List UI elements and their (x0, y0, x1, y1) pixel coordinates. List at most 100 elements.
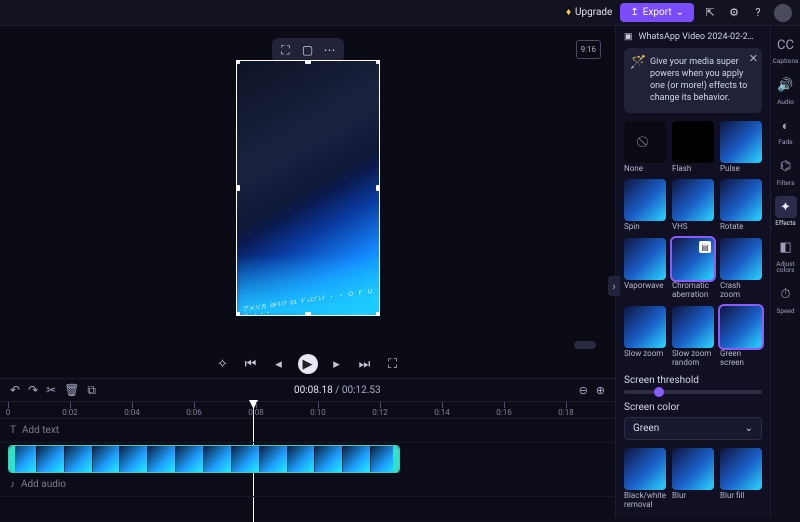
cut-icon[interactable]: ✂ (46, 383, 56, 398)
effect-thumb (624, 179, 666, 221)
timeline: ↶ ↷ ✂ 🗑 ⧉ 00:08.18 / 00:12.53 ⊖ ⊕ 00:020… (0, 378, 615, 518)
adjust-colors-icon: ◧ (775, 237, 797, 259)
effect-thumb (720, 238, 762, 280)
resize-handle-ml[interactable] (236, 185, 240, 191)
resize-handle-bc[interactable] (305, 312, 311, 316)
effect-thumb: ▤ (672, 238, 714, 280)
slider-knob[interactable] (654, 387, 664, 397)
effect-label: Chromatic aberration (672, 282, 714, 300)
rail-fade[interactable]: ◐Fade (774, 115, 798, 146)
screen-color-value: Green (633, 423, 659, 434)
file-chip[interactable]: ▣ WhatsApp Video 2024-02-21 At 12.4....m… (624, 32, 762, 42)
timeline-tracks: T Add text ♪ Add audio (0, 419, 615, 518)
settings-icon[interactable]: ⚙ (726, 5, 742, 21)
effect-slow-zoom[interactable]: Slow zoom (624, 306, 666, 368)
clip-handle-left[interactable] (9, 446, 15, 472)
screen-color-heading: Screen color (624, 402, 762, 413)
effect-chromatic-aberration[interactable]: ▤ Chromatic aberration (672, 238, 714, 300)
play-button[interactable]: ▶ (298, 354, 318, 374)
crop-icon[interactable]: ⛶ (278, 42, 294, 58)
resize-handle-tc[interactable] (305, 60, 311, 64)
magic-icon[interactable]: ✧ (214, 355, 232, 373)
effect-label: Slow zoom random (672, 350, 714, 368)
chevron-down-icon: ⌄ (676, 7, 684, 18)
screen-color-select[interactable]: Green ⌄ (624, 417, 762, 440)
resize-handle-bl[interactable] (236, 312, 240, 316)
panel-expand-tab[interactable]: › (608, 276, 620, 296)
rail-adjust-colors[interactable]: ◧ Adjust colors (774, 237, 798, 274)
timeline-ruler[interactable]: 00:020:040:060:080:100:120:140:160:18 (0, 401, 615, 419)
arrow-up-icon: ↥ (630, 7, 638, 18)
aspect-ratio-button[interactable]: 9:16 (576, 40, 601, 59)
timeline-resize-handle[interactable] (574, 341, 596, 349)
effect-crash-zoom[interactable]: Crash zoom (720, 238, 762, 300)
effect-thumb (672, 179, 714, 221)
effect-slow-zoom-random[interactable]: Slow zoom random (672, 306, 714, 368)
rail-effects[interactable]: ✦Effects (774, 196, 798, 227)
resize-handle-tr[interactable] (376, 60, 380, 64)
rail-filters[interactable]: ⌬Filters (774, 156, 798, 187)
effect-blur-fill[interactable]: Blur fill (720, 448, 762, 510)
resize-handle-tl[interactable] (236, 60, 240, 64)
effect-spin[interactable]: Spin (624, 179, 666, 232)
skip-fwd-icon[interactable]: ⏭ (356, 355, 374, 373)
effects-icon: ✦ (775, 196, 797, 218)
effect-flash[interactable]: Flash (672, 121, 714, 174)
resize-handle-mr[interactable] (376, 185, 380, 191)
effect-thumb (720, 179, 762, 221)
add-text-track[interactable]: T Add text (0, 419, 615, 443)
export-button[interactable]: ↥ Export ⌄ (620, 3, 694, 22)
rail-label: Audio (777, 99, 794, 106)
threshold-slider[interactable] (624, 390, 762, 394)
effect-black-white-removal[interactable]: Black/white removal (624, 448, 666, 510)
rail-captions[interactable]: CCCaptions (774, 34, 798, 65)
rail-label: Captions (773, 58, 799, 65)
tip-card: 🪄 ✕ Give your media super powers when yo… (624, 48, 762, 113)
text-icon: T (10, 425, 16, 436)
effect-green-screen[interactable]: Green screen (720, 306, 762, 368)
effect-vhs[interactable]: VHS (672, 179, 714, 232)
tip-text: Give your media super powers when you ap… (650, 57, 747, 103)
effect-label: Pulse (720, 165, 762, 174)
canvas-toolbar: ⛶ ▢ ⋯ (272, 38, 344, 62)
help-icon[interactable]: ? (750, 5, 766, 21)
avatar[interactable] (774, 4, 792, 22)
add-audio-track[interactable]: ♪ Add audio (0, 473, 615, 497)
effects-grid-2: Black/white removalBlurBlur fill (624, 448, 762, 510)
skip-back-icon[interactable]: ⏮ (242, 355, 260, 373)
clip-handle-right[interactable] (393, 446, 399, 472)
effect-label: VHS (672, 223, 714, 232)
redo-icon[interactable]: ↷ (28, 383, 38, 398)
zoom-out-icon[interactable]: ⊖ (579, 384, 588, 397)
premium-badge-icon: ▤ (699, 241, 711, 253)
effect-vaporwave[interactable]: Vaporwave (624, 238, 666, 300)
close-icon[interactable]: ✕ (749, 52, 758, 67)
undo-icon[interactable]: ↶ (10, 383, 20, 398)
duplicate-icon[interactable]: ⧉ (87, 383, 96, 398)
layer-icon[interactable]: ▢ (300, 42, 316, 58)
rail-speed[interactable]: ⏱Speed (774, 284, 798, 315)
effect-pulse[interactable]: Pulse (720, 121, 762, 174)
audio-icon: 🔊 (775, 75, 797, 97)
effect-rotate[interactable]: Rotate (720, 179, 762, 232)
rail-label: Speed (776, 308, 794, 315)
rail-audio[interactable]: 🔊 Audio (774, 75, 798, 106)
link-icon[interactable]: ⇱ (702, 5, 718, 21)
add-text-label: Add text (22, 425, 59, 436)
more-icon[interactable]: ⋯ (322, 42, 338, 58)
effect-none[interactable]: ⃠None (624, 121, 666, 174)
frame-back-icon[interactable]: ◂ (270, 355, 288, 373)
rail-label: Adjust colors (774, 261, 798, 274)
zoom-in-icon[interactable]: ⊕ (596, 384, 605, 397)
frame-fwd-icon[interactable]: ▸ (328, 355, 346, 373)
chevron-down-icon: ⌄ (745, 423, 753, 434)
threshold-heading: Screen threshold (624, 375, 762, 386)
video-clip[interactable] (8, 445, 400, 473)
export-label: Export (643, 7, 672, 18)
fullscreen-icon[interactable]: ⛶ (384, 355, 402, 373)
effect-blur[interactable]: Blur (672, 448, 714, 510)
video-frame[interactable]: アメリカ OFﾘﾉｱ 01 ﾃﾞｨｽﾌﾟﾚｲ ・ ・ Ｏ Ｆ Ｕ Ｘ ・・・ ⟳ (236, 60, 380, 316)
upgrade-button[interactable]: ♦ Upgrade (566, 7, 612, 18)
resize-handle-br[interactable] (376, 312, 380, 316)
delete-icon[interactable]: 🗑 (64, 383, 79, 398)
